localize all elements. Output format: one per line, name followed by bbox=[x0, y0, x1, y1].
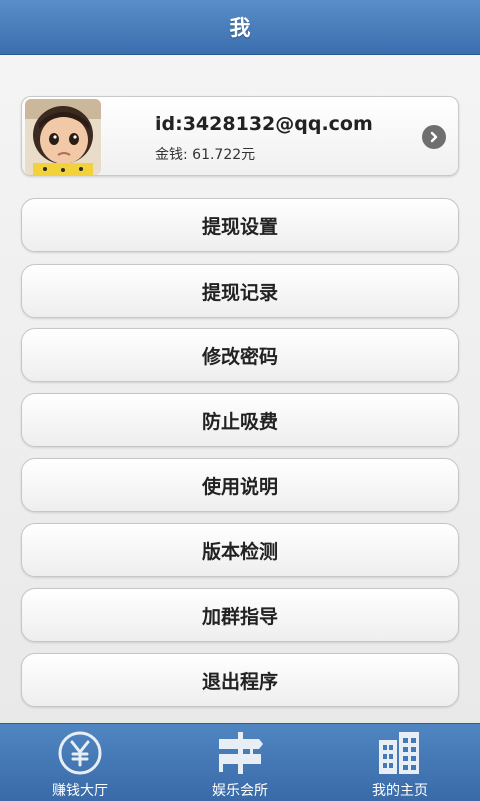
user-id: id:3428132@qq.com bbox=[155, 113, 373, 135]
top-bar: 我 bbox=[0, 0, 480, 55]
content-area: id:3428132@qq.com 金钱: 61.722元 提现设置 提现记录 … bbox=[0, 55, 480, 723]
exit-app-button[interactable]: 退出程序 bbox=[21, 653, 459, 707]
tab-label: 赚钱大厅 bbox=[52, 783, 108, 799]
join-group-guide-button[interactable]: 加群指导 bbox=[21, 588, 459, 642]
withdraw-settings-button[interactable]: 提现设置 bbox=[21, 198, 459, 252]
balance-text: 金钱: 61.722元 bbox=[155, 147, 256, 163]
tab-my-home[interactable]: 我的主页 bbox=[320, 724, 480, 801]
yen-coin-icon bbox=[53, 730, 107, 776]
chevron-right-icon[interactable] bbox=[422, 125, 446, 149]
tab-label: 我的主页 bbox=[372, 783, 428, 799]
page-title: 我 bbox=[229, 16, 251, 40]
withdraw-records-button[interactable]: 提现记录 bbox=[21, 264, 459, 318]
bottom-tab-bar: 赚钱大厅 娱乐会所 我的主页 bbox=[0, 723, 480, 801]
instructions-button[interactable]: 使用说明 bbox=[21, 458, 459, 512]
avatar bbox=[25, 99, 101, 175]
anti-fee-button[interactable]: 防止吸费 bbox=[21, 393, 459, 447]
tab-entertainment[interactable]: 娱乐会所 bbox=[160, 724, 320, 801]
change-password-button[interactable]: 修改密码 bbox=[21, 328, 459, 382]
profile-card[interactable]: id:3428132@qq.com 金钱: 61.722元 bbox=[21, 96, 459, 176]
buildings-icon bbox=[373, 730, 427, 776]
tab-earn-hall[interactable]: 赚钱大厅 bbox=[0, 724, 160, 801]
version-check-button[interactable]: 版本检测 bbox=[21, 523, 459, 577]
signpost-icon bbox=[213, 730, 267, 776]
tab-label: 娱乐会所 bbox=[212, 783, 268, 799]
